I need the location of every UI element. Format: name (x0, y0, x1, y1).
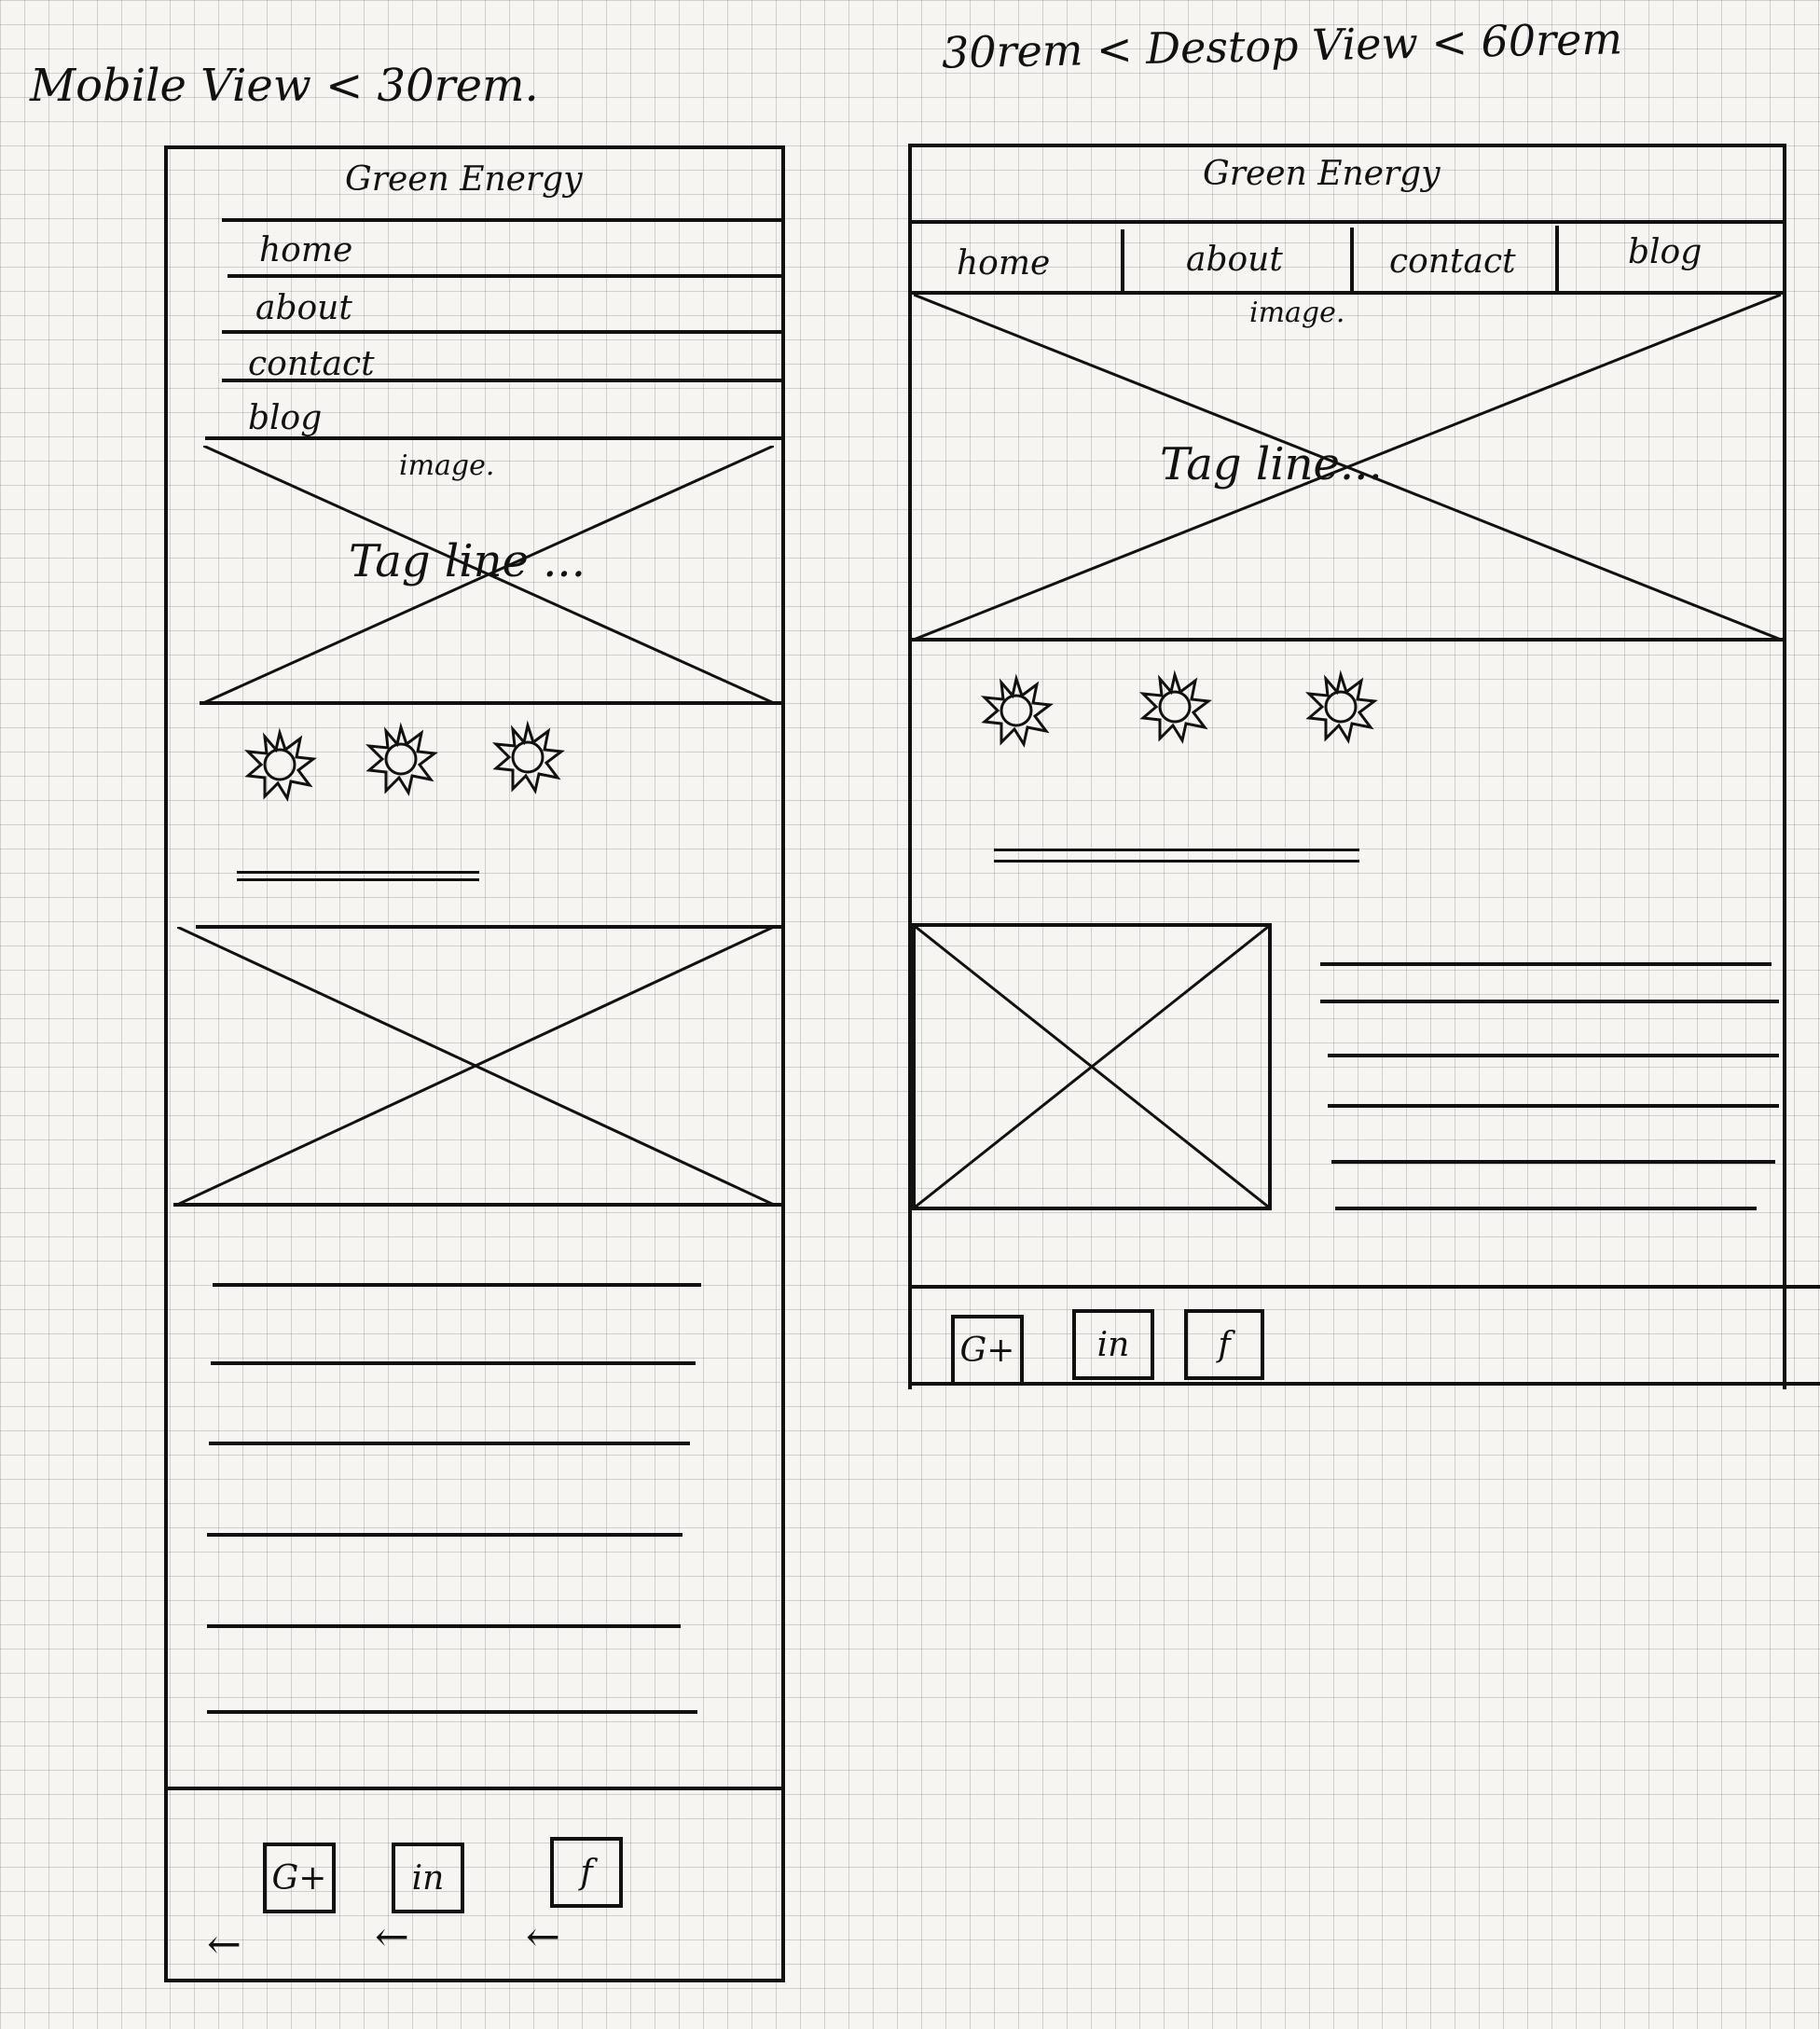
desktop-linkedin-icon[interactable]: in (1072, 1309, 1154, 1380)
mobile-hero-image-label: image. (399, 449, 495, 482)
mobile-google-plus-icon[interactable]: G+ (263, 1843, 336, 1913)
mobile-nav-contact[interactable]: contact (248, 345, 375, 383)
mobile-text-line (213, 1283, 701, 1287)
desktop-site-title: Green Energy (1203, 155, 1441, 193)
mobile-back-arrow-icon: ← (207, 1921, 241, 1968)
desktop-nav-about[interactable]: about (1186, 241, 1283, 279)
desktop-sun-icon (977, 671, 1055, 750)
desktop-tagline: Tag line... (1160, 438, 1383, 490)
mobile-underline (237, 871, 479, 874)
mobile-view-title: Mobile View < 30rem. (30, 60, 539, 112)
mobile-nav-divider (228, 274, 785, 278)
desktop-content-image-placeholder (916, 927, 1268, 1207)
desktop-frame-bottom (908, 1382, 1820, 1386)
mobile-header-divider (222, 218, 785, 222)
desktop-sun-icon (1302, 668, 1380, 746)
desktop-google-plus-icon[interactable]: G+ (951, 1315, 1024, 1386)
desktop-frame-top (910, 144, 1786, 147)
mobile-content-image-placeholder (177, 927, 774, 1205)
desktop-hero-image-label: image. (1249, 297, 1345, 329)
desktop-nav-separator (1350, 228, 1354, 293)
mobile-site-title: Green Energy (345, 160, 583, 199)
mobile-text-line (211, 1361, 696, 1365)
desktop-nav-blog[interactable]: blog (1628, 233, 1702, 271)
mobile-image-bottom (173, 1203, 785, 1207)
desktop-sun-icon (1136, 668, 1214, 746)
mobile-underline (237, 878, 479, 881)
mobile-nav-divider (222, 379, 785, 382)
mobile-tagline: Tag line ... (349, 535, 586, 587)
mobile-sun-icon (241, 725, 319, 804)
mobile-nav-divider (205, 436, 785, 440)
mobile-nav-about[interactable]: about (255, 289, 352, 327)
desktop-text-line (1320, 962, 1772, 966)
desktop-underline (994, 849, 1359, 851)
mobile-text-line (209, 1442, 690, 1445)
desktop-hero-bottom (912, 638, 1783, 642)
mobile-text-line (207, 1624, 681, 1628)
mobile-back-arrow-icon: ← (526, 1913, 560, 1961)
desktop-nav-separator (1555, 226, 1559, 291)
desktop-text-line (1328, 1104, 1779, 1108)
mobile-linkedin-icon[interactable]: in (392, 1843, 464, 1913)
mobile-footer-divider (164, 1787, 785, 1790)
desktop-text-line (1320, 1000, 1779, 1003)
desktop-text-line (1331, 1160, 1775, 1164)
mobile-facebook-icon[interactable]: f (550, 1837, 623, 1908)
mobile-text-line (207, 1710, 697, 1714)
mobile-back-arrow-icon: ← (375, 1913, 409, 1961)
desktop-view-title: 30rem < Destop View < 60rem (941, 13, 1623, 78)
mobile-sun-icon (362, 720, 440, 798)
desktop-nav-home[interactable]: home (957, 244, 1050, 283)
desktop-text-line (1335, 1207, 1757, 1210)
desktop-nav-separator (1121, 229, 1124, 293)
desktop-underline (994, 860, 1359, 863)
desktop-header-divider (912, 220, 1783, 224)
mobile-nav-home[interactable]: home (259, 231, 352, 269)
desktop-footer-divider (908, 1285, 1820, 1289)
mobile-nav-divider (222, 330, 785, 334)
mobile-nav-blog[interactable]: blog (248, 399, 322, 437)
desktop-text-line (1328, 1054, 1779, 1057)
mobile-hero-bottom (200, 701, 785, 705)
mobile-sun-icon (489, 718, 567, 796)
desktop-nav-contact[interactable]: contact (1389, 242, 1516, 281)
mobile-text-line (207, 1533, 682, 1537)
desktop-facebook-icon[interactable]: f (1184, 1309, 1264, 1380)
desktop-frame-right (1783, 144, 1786, 1389)
